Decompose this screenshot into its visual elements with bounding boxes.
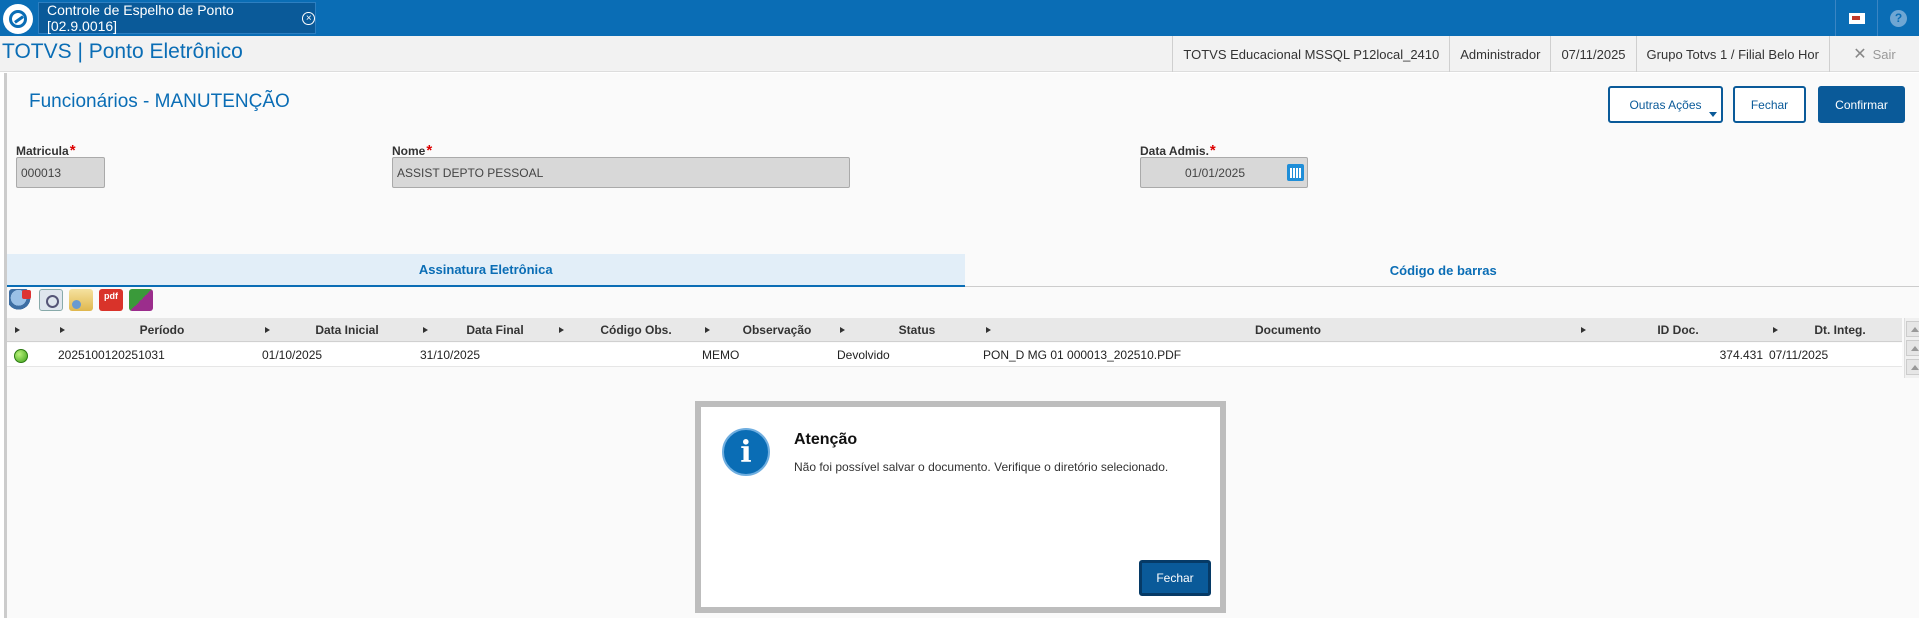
page-title: Funcionários - MANUTENÇÃO — [29, 91, 290, 112]
cell-id-doc: 374.431 — [1719, 348, 1763, 362]
scroll-up-icon[interactable] — [1906, 340, 1919, 356]
column-arrow-icon[interactable] — [265, 327, 270, 333]
sign-icon[interactable] — [129, 289, 153, 311]
top-bar: Controle de Espelho de Ponto [02.9.0016]… — [0, 0, 1919, 36]
column-codigo-obs[interactable]: Código Obs. — [566, 318, 706, 342]
confirm-button[interactable]: Confirmar — [1818, 86, 1905, 123]
user-label: Administrador — [1449, 36, 1550, 72]
environment-label: TOTVS Educacional MSSQL P12local_2410 — [1172, 36, 1449, 72]
header-bar: TOTVS | Ponto Eletrônico TOTVS Educacion… — [0, 36, 1919, 72]
table-row[interactable]: 2025100120251031 01/10/2025 31/10/2025 M… — [7, 343, 1902, 367]
grid-header: Período Data Inicial Data Final Código O… — [7, 318, 1902, 342]
pdf-icon[interactable]: pdf — [99, 289, 123, 311]
mail-icon — [1848, 12, 1865, 24]
tab-assinatura-eletronica[interactable]: Assinatura Eletrônica — [7, 254, 965, 287]
app-title: TOTVS | Ponto Eletrônico — [2, 40, 243, 63]
scroll-top-icon[interactable] — [1906, 321, 1919, 337]
alert-dialog: i Atenção Não foi possível salvar o docu… — [695, 401, 1226, 613]
caret-down-icon — [1709, 112, 1717, 117]
column-periodo[interactable]: Período — [67, 318, 257, 342]
column-arrow-icon[interactable] — [705, 327, 710, 333]
close-button[interactable]: Fechar — [1733, 86, 1806, 123]
column-arrow-icon[interactable] — [840, 327, 845, 333]
dialog-close-button[interactable]: Fechar — [1139, 560, 1211, 596]
cell-documento: PON_D MG 01 000013_202510.PDF — [983, 348, 1182, 362]
column-status[interactable]: Status — [847, 318, 987, 342]
scroll-up-small-icon[interactable] — [1906, 359, 1919, 375]
cell-data-final: 31/10/2025 — [420, 348, 481, 362]
tab-close-icon[interactable]: × — [302, 11, 315, 25]
messages-button[interactable] — [1835, 0, 1877, 36]
column-documento[interactable]: Documento — [993, 318, 1583, 342]
info-icon: i — [722, 428, 770, 476]
other-actions-button[interactable]: Outras Ações — [1608, 86, 1723, 123]
help-button[interactable]: ? — [1877, 0, 1919, 36]
column-arrow-icon[interactable] — [423, 327, 428, 333]
tab-controle-espelho-ponto[interactable]: Controle de Espelho de Ponto [02.9.0016]… — [38, 2, 316, 34]
refresh-icon[interactable] — [9, 289, 33, 311]
grid-scrollbar[interactable] — [1904, 318, 1919, 378]
column-arrow-icon[interactable] — [1581, 327, 1586, 333]
branch-label[interactable]: Grupo Totvs 1 / Filial Belo Hor — [1635, 36, 1829, 72]
grid-toolbar: pdf — [9, 289, 153, 313]
close-icon: ✕ — [1853, 46, 1867, 63]
column-arrow-icon[interactable] — [559, 327, 564, 333]
dialog-title: Atenção — [794, 431, 858, 448]
help-icon: ? — [1890, 9, 1907, 27]
date-label: 07/11/2025 — [1550, 36, 1635, 72]
dialog-message: Não foi possível salvar o documento. Ver… — [794, 460, 1169, 474]
other-actions-label: Outras Ações — [1629, 97, 1702, 112]
column-data-inicial[interactable]: Data Inicial — [272, 318, 422, 342]
column-arrow-icon[interactable] — [986, 327, 991, 333]
data-admis-value: 01/01/2025 — [1184, 165, 1245, 180]
column-arrow-icon[interactable] — [15, 327, 20, 333]
tab-codigo-de-barras[interactable]: Código de barras — [964, 254, 1919, 287]
data-admis-field[interactable]: 01/01/2025 — [1140, 157, 1308, 188]
column-observacao[interactable]: Observação — [712, 318, 842, 342]
status-legend-icon[interactable] — [14, 349, 28, 363]
email-icon[interactable] — [69, 289, 93, 311]
column-id-doc[interactable]: ID Doc. — [1588, 318, 1768, 342]
matricula-field[interactable]: 000013 — [16, 157, 105, 188]
column-data-final[interactable]: Data Final — [430, 318, 560, 342]
column-arrow-icon[interactable] — [1773, 327, 1778, 333]
logout-label: Sair — [1872, 46, 1896, 62]
column-arrow-icon[interactable] — [60, 327, 65, 333]
nome-field[interactable]: ASSIST DEPTO PESSOAL — [392, 157, 850, 188]
calendar-icon[interactable] — [1287, 164, 1304, 181]
totvs-logo-icon[interactable] — [3, 4, 33, 34]
folder-tabs: Assinatura Eletrônica Código de barras — [7, 254, 1919, 287]
cell-periodo: 2025100120251031 — [58, 348, 165, 362]
cell-data-inicial: 01/10/2025 — [262, 348, 323, 362]
view-icon[interactable] — [39, 289, 63, 311]
cell-status: Devolvido — [837, 348, 890, 362]
logout-button[interactable]: ✕ Sair — [1829, 36, 1919, 72]
cell-dt-integ: 07/11/2025 — [1769, 348, 1829, 362]
cell-observacao: MEMO — [702, 348, 740, 362]
tab-label: Controle de Espelho de Ponto [02.9.0016] — [47, 2, 234, 34]
column-dt-integ[interactable]: Dt. Integ. — [1780, 318, 1900, 342]
